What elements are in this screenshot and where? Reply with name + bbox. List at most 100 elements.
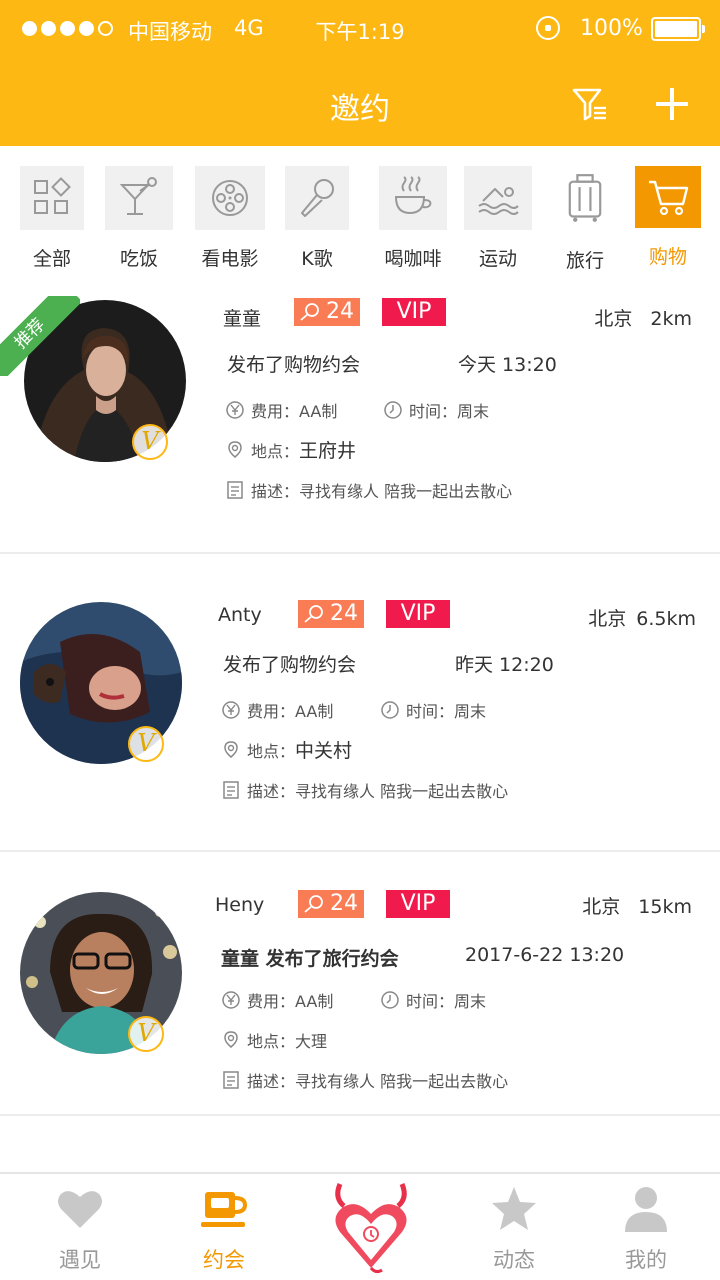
category-label: 购物 <box>648 246 687 268</box>
category-travel[interactable]: 旅行 <box>545 166 625 273</box>
filter-button[interactable] <box>570 84 610 124</box>
points-badge: 24 <box>298 890 364 918</box>
top-bar: 中国移动 4G 下午1:19 100% 邀约 <box>0 0 720 146</box>
place-detail: 地点： 王府井 <box>225 436 356 463</box>
tab-feed[interactable]: 动态 <box>464 1184 564 1274</box>
time-detail: 时间： 周末 <box>380 988 486 1012</box>
avatar[interactable]: V <box>20 892 182 1054</box>
recommend-ribbon: 推荐 <box>0 296 80 376</box>
suitcase-icon <box>568 174 602 222</box>
magnifier-icon <box>304 605 323 623</box>
document-icon <box>227 481 243 499</box>
city: 北京 <box>588 608 627 630</box>
category-eat[interactable]: 吃饭 <box>99 166 179 271</box>
place-value: 中关村 <box>295 740 353 762</box>
desc-value: 寻找有缘人 陪我一起出去散心 <box>295 782 509 801</box>
battery-icon <box>651 17 705 41</box>
category-karaoke[interactable]: K歌 <box>277 166 357 271</box>
time-label: 时间： <box>409 402 458 421</box>
yen-icon <box>222 991 240 1009</box>
heart-icon <box>58 1191 102 1228</box>
add-button[interactable] <box>652 84 692 124</box>
place-value: 大理 <box>295 1032 328 1051</box>
location-pin-icon <box>224 740 238 758</box>
category-label: 旅行 <box>565 250 604 272</box>
category-all[interactable]: 全部 <box>12 166 92 271</box>
place-label: 地点： <box>247 1032 296 1051</box>
avatar[interactable]: V <box>20 602 182 764</box>
user-name[interactable]: Heny <box>215 894 264 916</box>
time-label: 时间： <box>406 702 455 721</box>
desc-label: 描述： <box>251 482 300 501</box>
category-shopping[interactable]: 购物 <box>628 166 708 269</box>
tab-me[interactable]: 我的 <box>596 1184 696 1274</box>
city: 北京 <box>582 896 621 918</box>
tab-label: 我的 <box>625 1248 667 1272</box>
fee-detail: 费用： AA制 <box>221 988 333 1012</box>
desc-label: 描述： <box>247 1072 296 1091</box>
category-label: 全部 <box>32 248 71 270</box>
clock-icon <box>384 401 402 419</box>
post-headline: 发布了购物约会 <box>223 654 357 676</box>
points-value: 24 <box>330 891 358 916</box>
star-icon <box>492 1187 536 1230</box>
category-label: K歌 <box>301 248 333 270</box>
fee-value: AA制 <box>295 992 334 1011</box>
distance: 2km <box>650 308 692 330</box>
location-pin-icon <box>228 440 242 458</box>
desc-label: 描述： <box>247 782 296 801</box>
place-detail: 地点： 大理 <box>221 1028 327 1052</box>
fee-detail: 费用： AA制 <box>225 398 337 422</box>
vip-badge: VIP <box>386 600 450 628</box>
fee-value: AA制 <box>299 402 338 421</box>
desc-detail: 描述： 寻找有缘人 陪我一起出去散心 <box>221 1068 508 1092</box>
category-movie[interactable]: 看电影 <box>190 166 270 271</box>
time-value: 周末 <box>454 992 487 1011</box>
list-item[interactable]: V Heny 24 VIP 北京 15km 童童 发布了旅行约会 2017-6-2… <box>0 882 720 1116</box>
location-distance: 北京 2km <box>594 304 692 331</box>
distance: 6.5km <box>636 608 696 630</box>
desc-detail: 描述： 寻找有缘人 陪我一起出去散心 <box>225 478 512 502</box>
location-pin-icon <box>224 1031 238 1048</box>
post-time: 昨天 12:20 <box>455 654 554 676</box>
list-item[interactable]: V Anty 24 VIP 北京 6.5km 发布了购物约会 昨天 12:20 费… <box>0 592 720 852</box>
time-detail: 时间： 周末 <box>383 398 489 422</box>
cart-icon <box>649 180 689 216</box>
verified-badge-icon: V <box>128 1016 164 1052</box>
user-name[interactable]: 童童 <box>223 304 261 331</box>
location-distance: 北京 15km <box>582 892 692 919</box>
distance: 15km <box>638 896 692 918</box>
devil-heart-logo-icon <box>335 1183 407 1274</box>
points-value: 24 <box>326 299 354 324</box>
microphone-icon <box>301 179 334 217</box>
status-bar: 中国移动 4G 下午1:19 100% <box>0 0 720 58</box>
coffee-cup-icon <box>201 1192 248 1227</box>
swimmer-icon <box>478 187 519 215</box>
desc-value: 寻找有缘人 陪我一起出去散心 <box>299 482 513 501</box>
category-coffee[interactable]: 喝咖啡 <box>373 166 453 271</box>
magnifier-icon <box>304 895 323 913</box>
list-item[interactable]: V 童童 24 VIP 北京 2km 发布了购物约会 今天 13:20 费用： AA… <box>0 292 720 554</box>
tab-home-logo[interactable] <box>330 1180 412 1276</box>
document-icon <box>223 781 239 799</box>
desc-value: 寻找有缘人 陪我一起出去散心 <box>295 1072 509 1091</box>
place-value: 王府井 <box>299 440 357 462</box>
filter-icon <box>572 88 606 121</box>
category-bar: 全部 吃饭 看电影 K歌 喝咖啡 运动 旅行 购物 <box>0 166 720 276</box>
city: 北京 <box>594 308 633 330</box>
tab-dating[interactable]: 约会 <box>174 1184 274 1274</box>
time-value: 周末 <box>457 402 490 421</box>
points-badge: 24 <box>294 298 360 326</box>
place-detail: 地点： 中关村 <box>221 736 352 763</box>
user-name[interactable]: Anty <box>218 604 262 626</box>
tab-meet[interactable]: 遇见 <box>30 1184 130 1274</box>
category-label: 喝咖啡 <box>384 248 442 270</box>
location-distance: 北京 6.5km <box>588 604 696 631</box>
time-value: 周末 <box>454 702 487 721</box>
yen-icon <box>222 701 240 719</box>
category-label: 看电影 <box>201 248 259 270</box>
person-icon <box>625 1187 667 1232</box>
film-reel-icon <box>212 180 248 216</box>
category-sport[interactable]: 运动 <box>458 166 538 271</box>
tab-bar: 遇见 约会 动态 我的 <box>0 1172 720 1280</box>
